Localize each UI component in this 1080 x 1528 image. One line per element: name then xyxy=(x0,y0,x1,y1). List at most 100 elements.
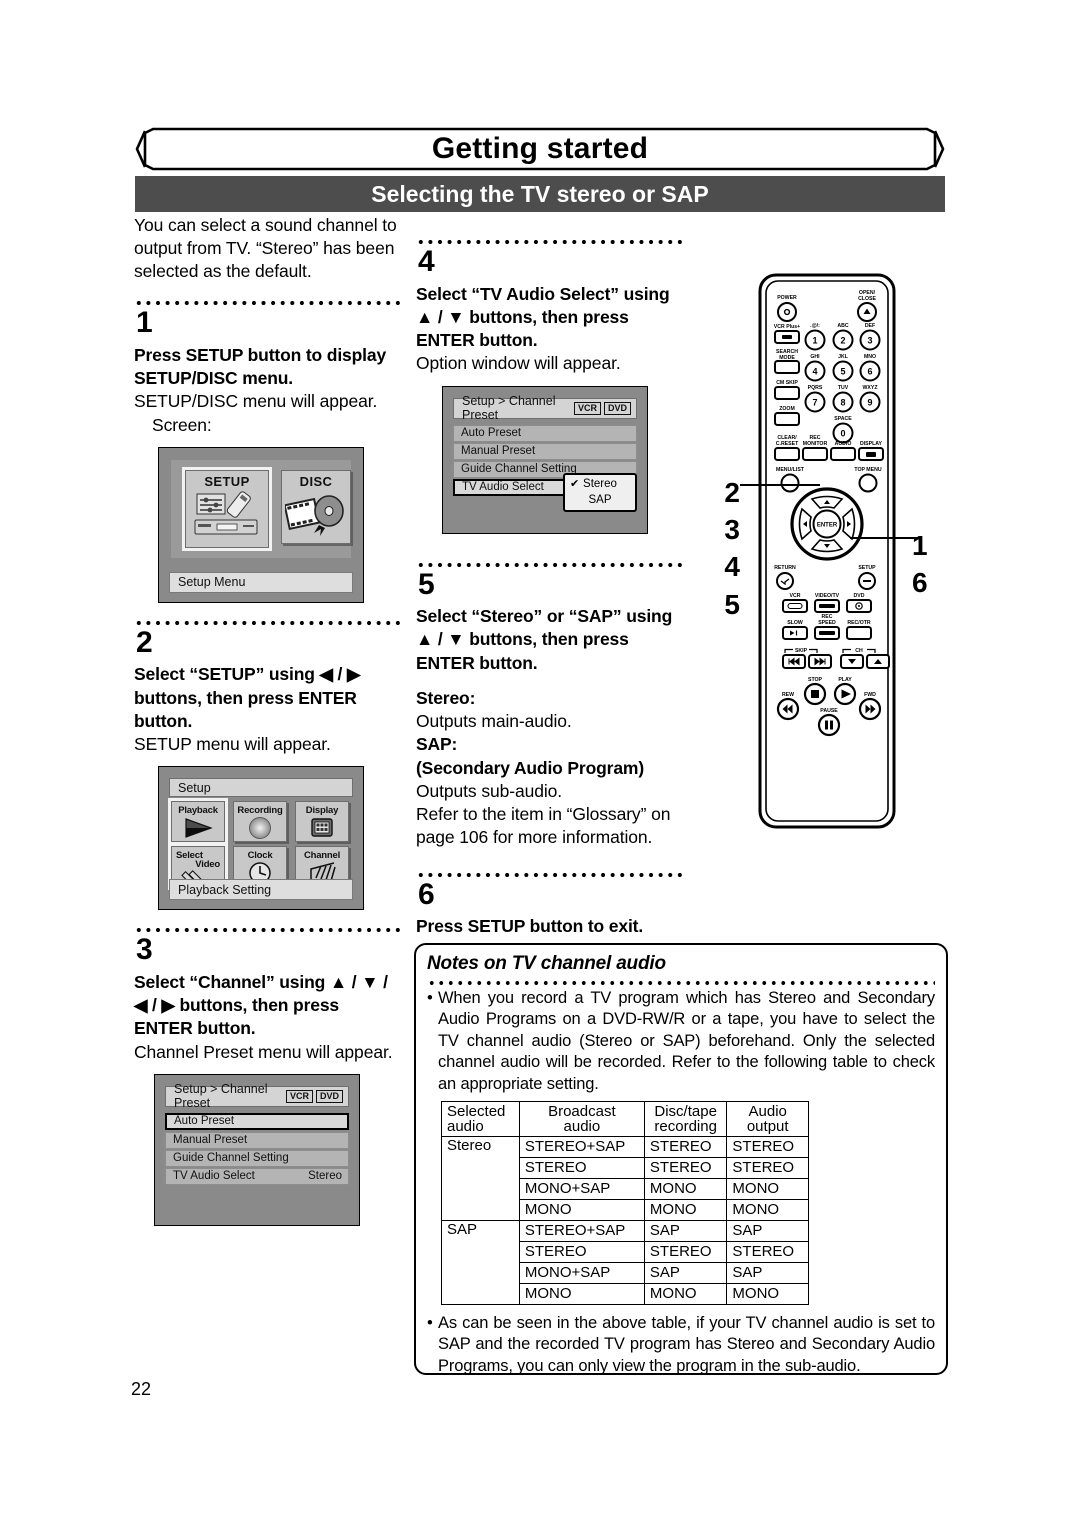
svg-text:VCR Plus+: VCR Plus+ xyxy=(774,324,800,330)
notes-title: Notes on TV channel audio xyxy=(427,953,666,974)
cell-broadcast: STEREO+SAP xyxy=(518,1219,645,1242)
svg-text:DEF: DEF xyxy=(865,323,875,329)
osd-setup-menu-header-label: Setup xyxy=(178,780,211,795)
remote-callouts-right: 1 6 xyxy=(912,527,952,601)
cell-recording: MONO xyxy=(643,1177,728,1200)
table-row: SAP STEREO+SAP SAP SAP xyxy=(441,1219,809,1305)
setup-device-icon xyxy=(194,491,258,535)
callout-5: 5 xyxy=(724,588,740,620)
tv-audio-option-popup: ✔ Stereo SAP xyxy=(563,472,637,512)
osd-row-auto-preset-label: Auto Preset xyxy=(174,1115,235,1128)
svg-text:PQRS: PQRS xyxy=(808,385,823,391)
display-grid-icon xyxy=(311,818,333,838)
section-title: Selecting the TV stereo or SAP xyxy=(371,180,709,207)
svg-text:AUDIO: AUDIO xyxy=(835,441,852,447)
notes-box: Notes on TV channel audio • When you rec… xyxy=(414,943,948,1375)
svg-text:C.RESET: C.RESET xyxy=(776,441,799,447)
notes-bullet-2-text: As can be seen in the above table, if yo… xyxy=(438,1313,935,1375)
osd-row-manual-preset-label: Manual Preset xyxy=(173,1134,248,1147)
step-5-number: 5 xyxy=(418,567,435,601)
audio-group-sap: SAP xyxy=(441,1219,520,1305)
osd-row2-manual-preset-label: Manual Preset xyxy=(461,445,536,458)
svg-text:TUV: TUV xyxy=(838,385,849,391)
osd-tile-recording-label: Recording xyxy=(237,805,283,817)
page-title: Getting started xyxy=(431,132,649,165)
notes-bullet-1: • When you record a TV program which has… xyxy=(427,988,935,1095)
svg-text:SPACE: SPACE xyxy=(834,416,852,422)
cell-recording: SAP xyxy=(643,1219,728,1242)
osd-row2-auto-preset[interactable]: Auto Preset xyxy=(453,424,637,442)
step-2-instruction: Select “SETUP” using ◀ / ▶ buttons, then… xyxy=(134,664,361,731)
check-icon: ✔ xyxy=(570,477,580,490)
osd-tile-clock-label: Clock xyxy=(247,850,273,862)
osd-row-manual-preset[interactable]: Manual Preset xyxy=(165,1131,349,1149)
svg-text:3: 3 xyxy=(867,336,872,346)
step-5-instruction: Select “Stereo” or “SAP” using ▲ / ▼ but… xyxy=(416,606,673,673)
step-3-result: Channel Preset menu will appear. xyxy=(134,1041,393,1062)
osd-tile-display: Display xyxy=(295,801,349,843)
step-divider-1 xyxy=(134,292,400,307)
osd-source-tags: VCR DVD xyxy=(285,1089,343,1103)
cell-output: STEREO xyxy=(726,1240,809,1263)
osd-setup-menu-header: Setup xyxy=(169,778,353,798)
left-column: You can select a sound channel to output… xyxy=(134,214,402,1226)
middle-column: 4 Select “TV Audio Select” using ▲ / ▼ b… xyxy=(416,222,684,938)
cell-broadcast: MONO+SAP xyxy=(518,1177,645,1200)
step-5-sap-label: SAP: xyxy=(416,734,458,755)
osd-channel-preset-popup: Setup > Channel Preset VCR DVD Auto Pres… xyxy=(442,385,648,534)
notes-bullet-1-text: When you record a TV program which has S… xyxy=(438,989,935,1093)
callout-4: 4 xyxy=(724,551,740,583)
svg-text:FWD: FWD xyxy=(864,692,876,698)
step-1-result: SETUP/DISC menu will appear. xyxy=(134,391,378,412)
osd-row-tv-audio-select[interactable]: TV Audio Select Stereo xyxy=(165,1167,349,1185)
svg-text:MONITOR: MONITOR xyxy=(803,441,828,447)
callout-3: 3 xyxy=(724,514,740,546)
notes-bullet-2: • As can be seen in the above table, if … xyxy=(427,1313,935,1377)
cell-output: SAP xyxy=(726,1219,809,1242)
osd-tile-playback: Playback xyxy=(168,798,228,846)
osd-row-tv-audio-select-value: Stereo xyxy=(308,1170,342,1183)
svg-text:CLOSE: CLOSE xyxy=(858,296,876,302)
osd-tile-setup: SETUP xyxy=(182,466,272,551)
step-1-instruction: Press SETUP button to display SETUP/DISC… xyxy=(134,344,387,389)
cell-recording: MONO xyxy=(643,1282,728,1305)
osd-row-tv-audio-select-label: TV Audio Select xyxy=(173,1170,255,1183)
cell-recording: STEREO xyxy=(643,1240,728,1263)
popup-option-sap[interactable]: SAP xyxy=(565,492,635,508)
record-circle-icon xyxy=(249,817,271,840)
step-divider-6 xyxy=(416,863,682,878)
bullet-dot-icon: • xyxy=(427,989,433,1007)
step-1-number: 1 xyxy=(136,306,153,340)
cell-broadcast: STEREO xyxy=(518,1156,645,1179)
step-1-screen-label: Screen: xyxy=(152,414,212,435)
callout-2: 2 xyxy=(724,477,740,508)
svg-text:9: 9 xyxy=(867,398,872,408)
osd-row2-tv-audio-select-label: TV Audio Select xyxy=(462,481,544,494)
osd-channel-preset: Setup > Channel Preset VCR DVD Auto Pres… xyxy=(154,1073,360,1226)
osd-tile-setup-label: SETUP xyxy=(204,473,250,489)
step-4-result: Option window will appear. xyxy=(416,353,621,374)
manual-page: Getting started Selecting the TV stereo … xyxy=(0,0,1080,1528)
step-5-stereo-text: Outputs main-audio. xyxy=(416,711,572,732)
osd-tile-playback-label: Playback xyxy=(178,805,218,817)
popup-option-stereo[interactable]: ✔ Stereo xyxy=(565,476,635,492)
svg-text:ZOOM: ZOOM xyxy=(779,406,795,412)
audio-table-col-disctape: Disc/tape recording xyxy=(643,1101,728,1137)
svg-text:8: 8 xyxy=(840,398,845,408)
cell-output: MONO xyxy=(726,1198,809,1221)
step-6-number: 6 xyxy=(418,877,435,911)
osd-row-guide-channel-setting[interactable]: Guide Channel Setting xyxy=(165,1149,349,1167)
osd-tile-channel-label: Channel xyxy=(303,850,341,862)
osd-row2-guide-channel-setting-label: Guide Channel Setting xyxy=(461,463,577,476)
step-divider-3 xyxy=(134,919,400,934)
svg-text:CM SKIP: CM SKIP xyxy=(776,380,798,386)
step-6-instruction: Press SETUP button to exit. xyxy=(416,916,644,937)
svg-text:PLAY: PLAY xyxy=(838,677,852,683)
osd-tile-display-label: Display xyxy=(305,805,339,817)
svg-text:JKL: JKL xyxy=(838,354,849,360)
osd-row2-manual-preset[interactable]: Manual Preset xyxy=(453,442,637,460)
svg-text:MNO: MNO xyxy=(864,354,876,360)
osd-row-auto-preset[interactable]: Auto Preset xyxy=(165,1112,349,1130)
cell-output: STEREO xyxy=(726,1156,809,1179)
osd-source-tags-2: VCR DVD xyxy=(573,401,631,415)
